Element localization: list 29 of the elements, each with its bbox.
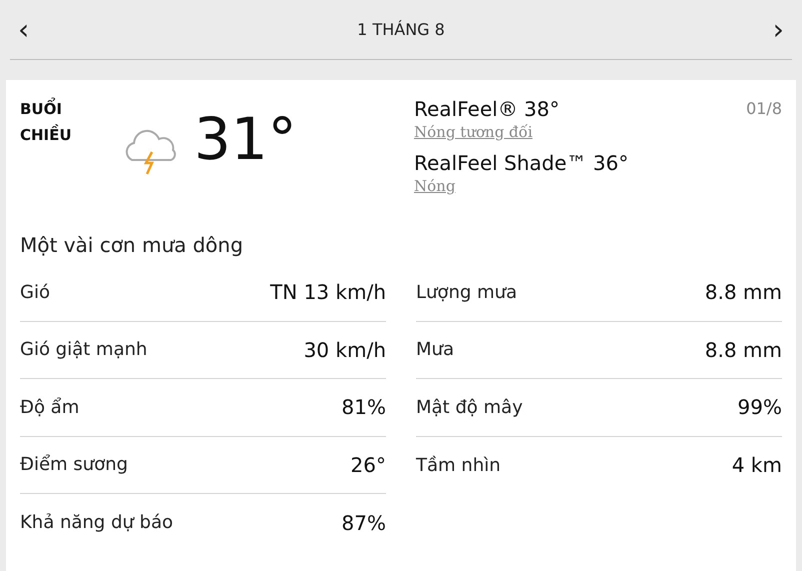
detail-value: 8.8 mm (704, 336, 782, 364)
realfeel-description: Nóng (414, 176, 456, 196)
period-label: BUỔI CHIỀU (20, 96, 110, 230)
next-button[interactable]: › (764, 16, 792, 44)
detail-label: Gió (20, 280, 50, 305)
condition-text: Một vài cơn mưa dông (20, 232, 244, 259)
detail-value: 87% (342, 510, 386, 537)
date-label: 01/8 (746, 98, 782, 120)
realfeel-label: RealFeel® 38° (414, 96, 560, 122)
detail-label: Độ ẩm (20, 396, 80, 420)
detail-label: Khả năng dự báo (20, 511, 173, 536)
detail-value: 8.8 mm (704, 279, 782, 306)
detail-value: 26° (350, 452, 386, 479)
temperature: 31° (194, 110, 298, 175)
detail-value: TN 13 km/h (270, 279, 386, 306)
detail-value: 81% (342, 394, 386, 422)
realfeel-description: Nóng tương đối (414, 122, 534, 142)
detail-value: 99% (738, 394, 782, 422)
previous-button[interactable]: ‹ (10, 16, 38, 44)
detail-value: 30 km/h (304, 336, 386, 364)
detail-label: Lượng mưa (416, 280, 517, 305)
detail-label: Gió giật mạnh (20, 338, 148, 362)
detail-label: Điểm sương (20, 453, 128, 478)
detail-label: Tầm nhìn (416, 454, 501, 478)
realfeel-label: RealFeel Shade™ 36° (414, 150, 630, 176)
detail-label: Mật độ mây (416, 396, 523, 420)
detail-value: 4 km (732, 452, 782, 480)
detail-label: Mưa (416, 338, 454, 362)
date-title: 1 THÁNG 8 (357, 18, 445, 40)
